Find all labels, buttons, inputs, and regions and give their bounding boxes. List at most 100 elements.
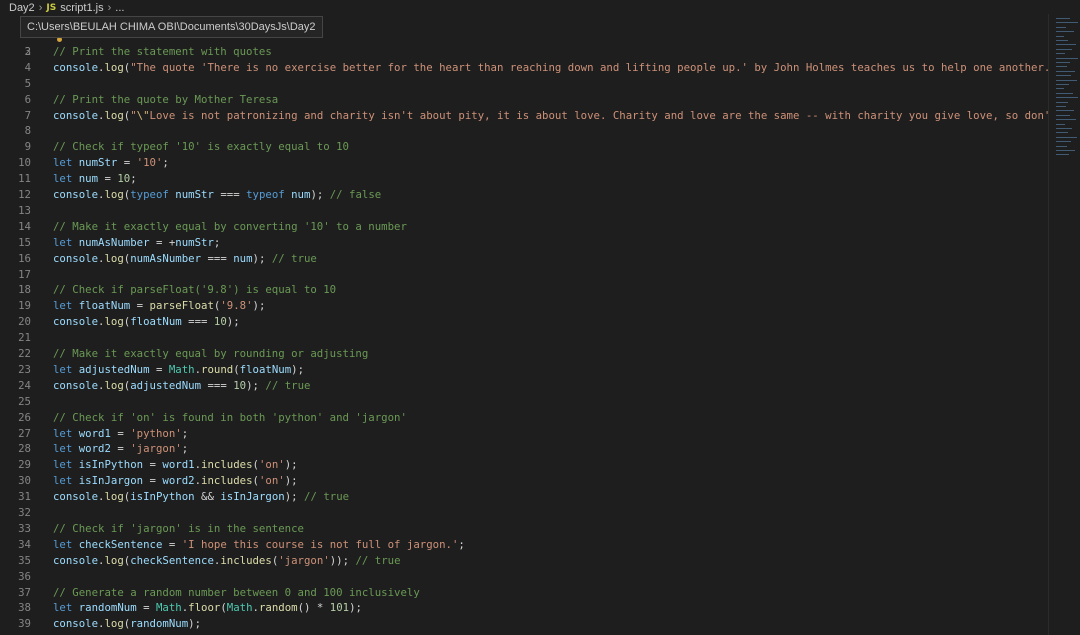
code-token: // Make it exactly equal by converting '…: [53, 219, 407, 233]
code-token: isInJargon: [78, 474, 144, 488]
code-token: round: [201, 362, 234, 376]
code-token: console: [53, 617, 99, 631]
minimap-line: [1056, 84, 1069, 85]
code-token: // Check if 'jargon' is in the sentence: [53, 521, 304, 535]
minimap-line: [1056, 97, 1078, 99]
code-token: ;: [162, 156, 169, 170]
code-token: Math: [168, 362, 195, 376]
code-line: 34 let checkSentence = 'I hope this cours…: [0, 537, 1048, 553]
code-token: "The quote 'There is no exercise better …: [130, 60, 1048, 74]
code-editor[interactable]: 2 3// Print the statement with quotes 4 co…: [0, 33, 1048, 635]
breadcrumb: Day2 › JS script1.js › ...: [0, 0, 1080, 16]
code-token: numAsNumber: [78, 235, 150, 249]
line-number: 10: [18, 156, 31, 170]
code-line: 11 let num = 10;: [0, 171, 1048, 187]
code-token: num: [78, 172, 99, 186]
code-line: 31 console.log(isInPython && isInJargon);…: [0, 489, 1048, 505]
code-line: 18 // Check if parseFloat('9.8') is equal…: [0, 282, 1048, 298]
code-token: console: [53, 315, 99, 329]
code-text: console.log(numAsNumber === num); // tru…: [53, 251, 317, 267]
code-token: // Check if parseFloat('9.8') is equal t…: [53, 283, 337, 297]
code-token: );: [284, 490, 305, 504]
code-token: '10': [136, 156, 163, 170]
code-token: 10: [213, 315, 227, 329]
code-token: ;: [213, 235, 221, 249]
code-token: adjustedNum: [130, 378, 202, 392]
code-text: // Make it exactly equal by converting '…: [53, 219, 407, 235]
minimap-line: [1056, 128, 1072, 129]
minimap-line: [1056, 26, 1066, 28]
minimap-line: [1056, 31, 1074, 33]
code-line: 3 // Print the statement with quotes: [0, 44, 1048, 60]
minimap-line: [1056, 110, 1074, 112]
minimap-line: [1056, 62, 1070, 63]
code-text: // Print the quote by Mother Teresa: [53, 92, 278, 108]
code-text: // Check if parseFloat('9.8') is equal t…: [53, 282, 336, 298]
line-number: 33: [18, 521, 31, 535]
code-text: let word1 = 'python';: [53, 426, 188, 442]
code-token: // true: [355, 553, 401, 567]
code-token: console: [53, 108, 99, 122]
code-text: console.log(checkSentence.includes('jarg…: [53, 553, 401, 569]
code-token: 10: [233, 378, 247, 392]
code-token: );: [310, 188, 330, 201]
code-token: includes: [201, 458, 253, 472]
line-number: 23: [18, 362, 31, 376]
code-token: ;: [181, 426, 189, 440]
code-text: console.log(isInPython && isInJargon); /…: [53, 489, 349, 505]
code-token: );: [349, 601, 362, 615]
code-token: // Print the quote by Mother Teresa: [53, 92, 279, 106]
code-token: isInPython: [130, 490, 195, 504]
breadcrumb-file[interactable]: script1.js: [60, 2, 103, 14]
code-line: 12 console.log(typeof numStr === typeof n…: [0, 187, 1048, 203]
code-token: floatNum: [78, 299, 131, 313]
tooltip-path-text: C:\Users\BEULAH CHIMA OBI\Documents\30Da…: [27, 21, 316, 33]
code-line: 23 let adjustedNum = Math.round(floatNum)…: [0, 362, 1048, 378]
code-token: ));: [329, 553, 356, 567]
breadcrumb-folder[interactable]: Day2: [9, 2, 35, 14]
code-text: let adjustedNum = Math.round(floatNum);: [53, 362, 304, 378]
minimap-line: [1056, 48, 1072, 50]
code-token: isInJargon: [220, 490, 285, 504]
line-number: 27: [18, 426, 31, 440]
code-token: =: [136, 601, 156, 615]
code-token: word1: [78, 426, 111, 440]
line-number: 11: [18, 172, 31, 186]
code-token: checkSentence: [130, 553, 214, 567]
line-number: 8: [24, 124, 31, 138]
code-token: );: [291, 362, 305, 376]
code-text: let isInPython = word1.includes('on');: [53, 457, 298, 473]
code-token: 'python': [130, 426, 182, 440]
code-line: 17: [0, 267, 1048, 283]
code-token: 'on': [258, 474, 285, 488]
code-text: // Check if 'jargon' is in the sentence: [53, 521, 304, 537]
code-token: log: [104, 490, 124, 504]
line-number: 12: [18, 188, 31, 201]
code-token: );: [252, 251, 272, 265]
minimap[interactable]: [1048, 14, 1080, 635]
minimap-line: [1056, 79, 1077, 81]
code-token: Love is not patronizing and charity isn'…: [149, 108, 1048, 122]
code-text: // Make it exactly equal by rounding or …: [53, 346, 368, 362]
code-token: let: [53, 172, 73, 186]
code-token: // true: [265, 378, 311, 392]
code-token: =: [110, 426, 131, 440]
minimap-line: [1056, 75, 1071, 77]
code-line: 30 let isInJargon = word2.includes('on');: [0, 473, 1048, 489]
breadcrumb-symbols[interactable]: ...: [115, 2, 124, 14]
line-number: 39: [18, 617, 31, 631]
code-token: isInPython: [78, 458, 144, 472]
line-number: 26: [18, 410, 31, 424]
minimap-line: [1056, 44, 1076, 46]
code-token: log: [104, 617, 124, 631]
minimap-line: [1056, 145, 1067, 147]
code-token: 'on': [258, 458, 285, 472]
code-text: console.log("The quote 'There is no exer…: [53, 60, 1048, 76]
line-number: 37: [18, 585, 31, 599]
code-token: let: [53, 537, 73, 551]
code-text: // Generate a random number between 0 an…: [53, 585, 420, 601]
code-token: includes: [220, 553, 272, 567]
line-number: 3: [24, 44, 31, 58]
code-token: random: [258, 601, 298, 615]
minimap-line: [1056, 22, 1078, 24]
